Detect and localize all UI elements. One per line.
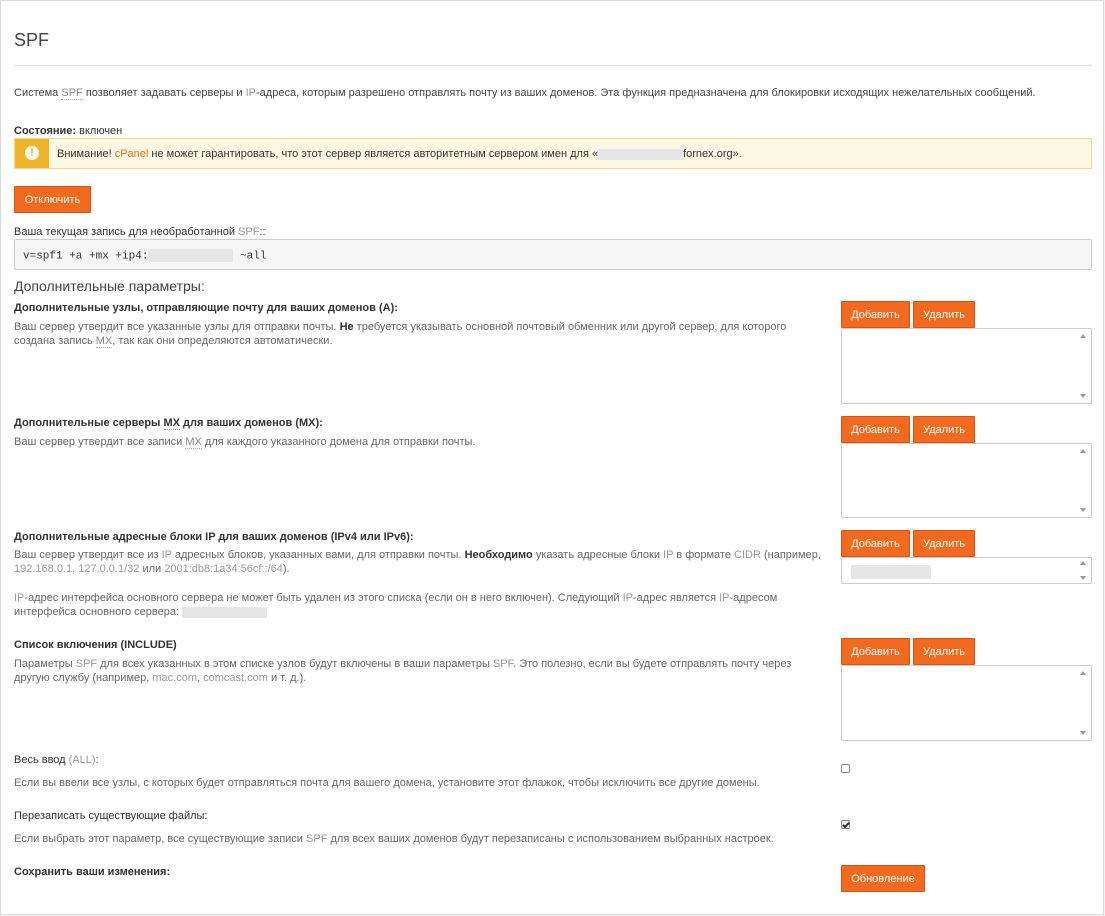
raw-record-code: v=spf1 +a +mx +ip4: ~all <box>23 249 267 263</box>
abbr-spf: SPF <box>61 87 83 100</box>
section-include-title: Список включения (INCLUDE) <box>14 639 177 651</box>
add-include-button[interactable]: Добавить <box>841 638 910 665</box>
section-include-desc: Параметры SPF для всех указанных в этом … <box>14 658 792 684</box>
overwrite-label: Перезаписать существующие файлы: <box>14 810 208 822</box>
save-label: Сохранить ваши изменения: <box>14 866 171 878</box>
redacted-ip <box>148 249 234 262</box>
add-ip-button[interactable]: Добавить <box>841 530 910 557</box>
redacted-server-ip <box>182 606 268 618</box>
title-divider <box>14 65 1092 66</box>
section-ip-note: IP-адрес интерфейса основного сервера не… <box>14 592 778 618</box>
remove-include-button[interactable]: Удалить <box>913 638 975 665</box>
scroll-up-icon[interactable] <box>1080 561 1086 565</box>
overwrite-desc: Если выбрать этот параметр, все существу… <box>14 833 774 845</box>
redacted-domain <box>598 148 684 160</box>
section-ip-desc: Ваш сервер утвердит все из IP адресных б… <box>14 549 821 575</box>
redacted-ip-entry <box>851 565 931 579</box>
section-ip-title: Дополнительные адресные блоки IP для ваш… <box>14 531 414 543</box>
scroll-up-icon[interactable] <box>1080 449 1086 453</box>
scroll-down-icon[interactable] <box>1080 508 1086 512</box>
mx-records-list[interactable] <box>841 443 1092 518</box>
section-mx-title: Дополнительные серверы MX для ваших доме… <box>14 417 323 430</box>
scrollbar[interactable] <box>1077 558 1091 583</box>
scrollbar[interactable] <box>1077 666 1091 740</box>
raw-record-label: Ваша текущая запись для необработанной S… <box>14 226 266 238</box>
warning-alert: ! Внимание! cPanel не может гарантироват… <box>14 138 1092 169</box>
advanced-heading: Дополнительные параметры: <box>14 278 205 294</box>
scrollbar[interactable] <box>1077 444 1091 517</box>
ip-blocks-list[interactable] <box>841 557 1092 584</box>
remove-a-button[interactable]: Удалить <box>913 301 975 328</box>
all-entry-checkbox[interactable] <box>841 764 850 773</box>
intro-text: Система SPF позволяет задавать серверы и… <box>14 87 1036 100</box>
section-a-title: Дополнительные узлы, отправляющие почту … <box>14 302 398 314</box>
scroll-down-icon[interactable] <box>1080 576 1086 580</box>
scrollbar[interactable] <box>1077 329 1091 403</box>
add-mx-button[interactable]: Добавить <box>841 416 910 443</box>
raw-record-box: v=spf1 +a +mx +ip4: ~all <box>14 239 1092 270</box>
scroll-down-icon[interactable] <box>1080 731 1086 735</box>
a-records-list[interactable] <box>841 328 1092 404</box>
all-entry-desc: Если вы ввели все узлы, с которых будет … <box>14 777 760 789</box>
exclamation-circle-icon: ! <box>25 146 39 160</box>
spf-panel: SPF Система SPF позволяет задавать серве… <box>0 0 1104 915</box>
all-entry-label: Весь ввод (ALL): <box>14 754 99 766</box>
disable-button[interactable]: Отключить <box>14 186 91 213</box>
update-button[interactable]: Обновление <box>841 865 925 892</box>
scroll-up-icon[interactable] <box>1080 671 1086 675</box>
scroll-down-icon[interactable] <box>1080 394 1086 398</box>
include-list[interactable] <box>841 665 1092 741</box>
scroll-up-icon[interactable] <box>1080 334 1086 338</box>
status-label: Состояние: <box>14 125 77 137</box>
remove-ip-button[interactable]: Удалить <box>913 530 975 557</box>
abbr-ip: IP <box>245 87 257 99</box>
add-a-button[interactable]: Добавить <box>841 301 910 328</box>
section-a-desc: Ваш сервер утвердит все указанные узлы д… <box>14 321 787 348</box>
warning-message: Внимание! cPanel не может гарантировать,… <box>57 148 742 160</box>
remove-mx-button[interactable]: Удалить <box>913 416 975 443</box>
section-mx-desc: Ваш сервер утвердит все записи MX для ка… <box>14 436 476 449</box>
status-value: включен <box>76 125 123 137</box>
page-title: SPF <box>14 30 50 50</box>
overwrite-checkbox[interactable] <box>841 820 850 829</box>
status-line: Состояние: включен <box>14 125 122 137</box>
